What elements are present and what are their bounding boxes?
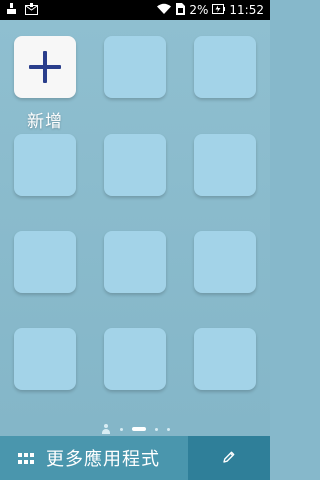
wifi-icon [156,3,172,18]
add-widget-button[interactable] [14,36,76,98]
page-dot[interactable] [166,427,170,431]
apps-grid-icon [18,452,34,464]
empty-slot[interactable] [194,231,256,293]
empty-slot[interactable] [14,134,76,196]
status-right: 2% 11:52 [156,2,264,18]
empty-slot[interactable] [14,328,76,390]
page-dot[interactable] [119,427,123,431]
add-label: 新增 [27,112,63,132]
home-screen: 新增 [0,20,270,436]
page-dot-active[interactable] [131,427,146,431]
page-indicator [0,423,270,435]
empty-slot[interactable] [104,328,166,390]
notification-icon [6,2,17,18]
person-icon[interactable] [101,424,111,434]
clock: 11:52 [229,3,264,17]
empty-slot[interactable] [194,134,256,196]
more-apps-label: 更多應用程式 [46,449,160,470]
more-apps-button[interactable]: 更多應用程式 [0,436,188,480]
sim-icon [176,2,186,18]
empty-slot[interactable] [104,36,166,98]
mail-icon [25,2,38,18]
edit-button[interactable] [188,436,270,480]
battery-percent: 2% [189,3,209,17]
bottom-bar: 更多應用程式 [0,436,270,480]
plus-icon [29,51,61,83]
empty-slot[interactable] [14,231,76,293]
empty-slot[interactable] [194,328,256,390]
battery-charging-icon [212,3,226,18]
pencil-icon [222,449,236,468]
page-dot[interactable] [154,427,158,431]
status-left [6,2,38,18]
empty-slot[interactable] [194,36,256,98]
empty-slot[interactable] [104,231,166,293]
empty-slot[interactable] [104,134,166,196]
status-bar: 2% 11:52 [0,0,270,20]
